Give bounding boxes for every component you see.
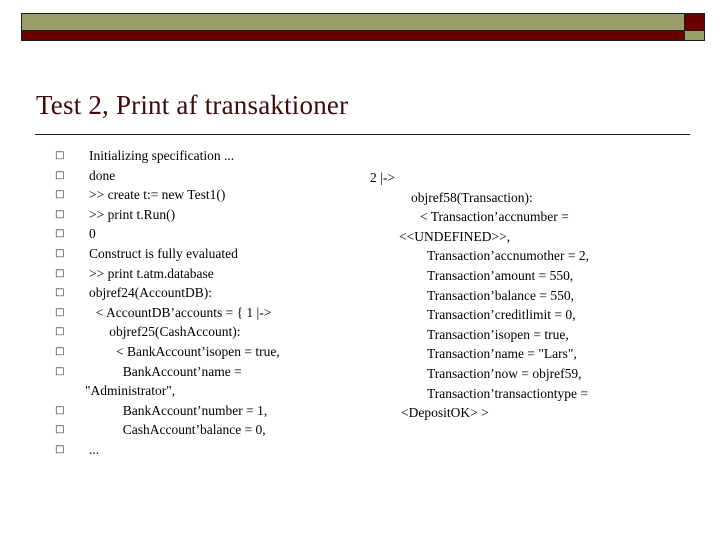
list-item-text: BankAccount’name = xyxy=(89,363,242,379)
header-band-red xyxy=(21,30,685,41)
list-item-continuation-text: "Administrator", xyxy=(85,383,176,399)
console-output-bullet-list: □ Initializing specification ... □ done □ >> … xyxy=(55,146,345,460)
list-item: □... xyxy=(55,440,345,460)
list-item: □ BankAccount’number = 1, xyxy=(55,401,345,421)
list-item-text: objref24(AccountDB): xyxy=(89,285,212,301)
list-item-text: CashAccount’balance = 0, xyxy=(89,422,266,438)
list-item-text: < AccountDB’accounts = { 1 |-> xyxy=(89,304,272,320)
square-bullet-icon: □ xyxy=(55,345,65,357)
square-bullet-icon: □ xyxy=(55,443,65,455)
list-item-text: >> print t.atm.database xyxy=(89,265,214,281)
header-corner-block-olive xyxy=(684,30,705,41)
output-line: 2 |-> xyxy=(370,170,395,185)
list-item-text: >> create t:= new Test1() xyxy=(89,187,226,203)
output-line: <DepositOK> > xyxy=(401,405,489,421)
square-bullet-icon: □ xyxy=(55,267,65,279)
transaction-output-text-block: 2 |-> objref58(Transaction): < Transaction… xyxy=(365,168,685,423)
slide-title: Test 2, Print af transaktioner xyxy=(36,90,349,120)
square-bullet-icon: □ xyxy=(55,404,65,416)
list-item-text: >> print t.Run() xyxy=(89,206,176,222)
square-bullet-icon: □ xyxy=(55,287,65,299)
list-item: □ >> print t.Run() xyxy=(55,205,345,225)
square-bullet-icon: □ xyxy=(55,365,65,377)
title-divider-rule xyxy=(35,134,690,135)
list-item: □ < AccountDB’accounts = { 1 |-> xyxy=(55,303,345,323)
square-bullet-icon: □ xyxy=(55,326,65,338)
output-line: Transaction’now = objref59, xyxy=(427,365,582,381)
output-line: Transaction’amount = 550, xyxy=(427,267,574,283)
output-line: Transaction’accnumother = 2, xyxy=(427,248,589,264)
list-item-text: BankAccount’number = 1, xyxy=(89,402,268,418)
list-item: □ BankAccount’name = xyxy=(55,362,345,382)
list-item-text: 0 xyxy=(89,226,96,242)
list-item: □ >> print t.atm.database xyxy=(55,264,345,284)
output-line: Transaction’transactiontype = xyxy=(427,385,588,401)
list-item: □ CashAccount’balance = 0, xyxy=(55,420,345,440)
list-item: □ objref24(AccountDB): xyxy=(55,283,345,303)
square-bullet-icon: □ xyxy=(55,424,65,436)
header-corner-block-red xyxy=(684,13,705,31)
output-line: <<UNDEFINED>>, xyxy=(399,228,511,244)
square-bullet-icon: □ xyxy=(55,169,65,181)
square-bullet-icon: □ xyxy=(55,150,65,161)
list-item: □ >> create t:= new Test1() xyxy=(55,185,345,205)
square-bullet-icon: □ xyxy=(55,228,65,240)
square-bullet-icon: □ xyxy=(55,208,65,220)
list-item: □ Construct is fully evaluated xyxy=(55,244,345,264)
list-item-text: < BankAccount’isopen = true, xyxy=(89,343,280,359)
output-line: Transaction’balance = 550, xyxy=(427,287,574,303)
header-band-olive xyxy=(21,13,685,31)
square-bullet-icon: □ xyxy=(55,189,65,201)
list-item-text: done xyxy=(89,167,116,183)
slide-header-decoration xyxy=(0,0,720,48)
list-item-text: Initializing specification ... xyxy=(89,148,235,163)
square-bullet-icon: □ xyxy=(55,247,65,259)
output-line: < Transaction’accnumber = xyxy=(420,209,569,225)
output-line: Transaction’isopen = true, xyxy=(427,326,569,342)
list-item: □ objref25(CashAccount): xyxy=(55,322,345,342)
list-item: □ Initializing specification ... xyxy=(55,146,345,166)
list-item: □ 0 xyxy=(55,224,345,244)
list-item-continuation: "Administrator", xyxy=(55,381,345,401)
list-item: □ < BankAccount’isopen = true, xyxy=(55,342,345,362)
list-item-text: objref25(CashAccount): xyxy=(89,324,241,340)
output-line: Transaction’creditlimit = 0, xyxy=(427,307,576,323)
list-item-text: ... xyxy=(89,441,100,457)
list-item: □ done xyxy=(55,166,345,186)
output-line: Transaction’name = "Lars", xyxy=(427,346,577,362)
output-line: objref58(Transaction): xyxy=(411,189,533,205)
square-bullet-icon: □ xyxy=(55,306,65,318)
list-item-text: Construct is fully evaluated xyxy=(89,245,238,261)
